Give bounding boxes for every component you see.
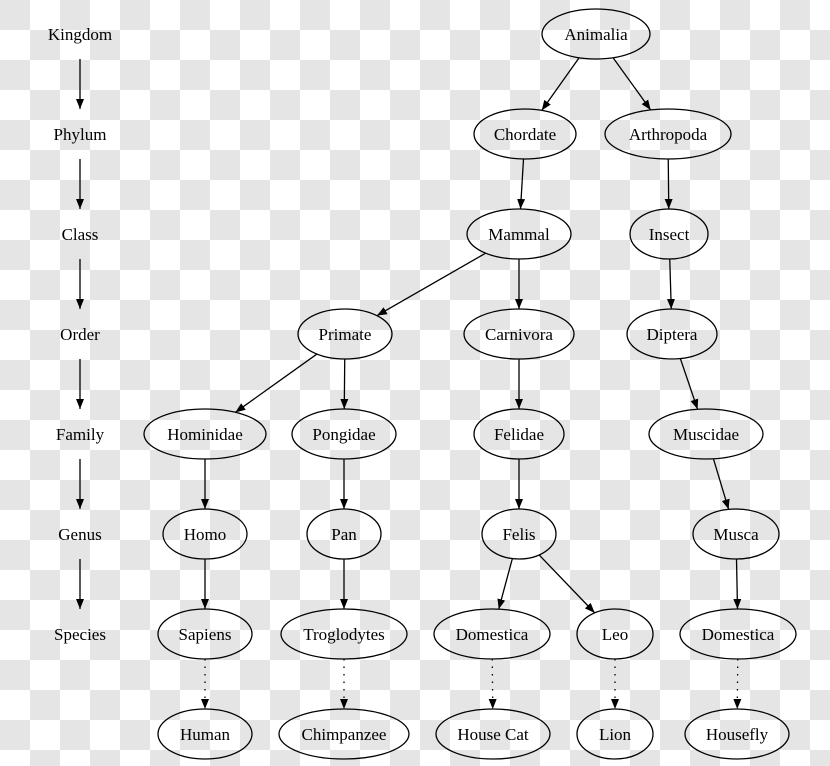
node-label: Hominidae: [167, 425, 243, 444]
edge-domestica_cat-housecat: [488, 658, 497, 710]
node-domestica_fly: Domestica: [679, 608, 797, 660]
node-label: Troglodytes: [303, 625, 385, 644]
node-label: Felidae: [494, 425, 544, 444]
taxonomy-diagram: Kingdom Phylum Class Order Family Genus Specie…: [48, 8, 797, 760]
node-carnivora: Carnivora: [463, 308, 575, 360]
edge-primate-hominidae: [234, 353, 318, 413]
node-label: Chimpanzee: [302, 725, 387, 744]
node-sapiens: Sapiens: [157, 608, 253, 660]
node-pongidae: Pongidae: [291, 408, 397, 460]
node-lion: Lion: [576, 708, 654, 760]
edge-musca-domestica_fly: [733, 558, 742, 610]
rank-label-class: Class: [62, 225, 99, 244]
node-hominidae: Hominidae: [143, 408, 267, 460]
node-label: Felis: [502, 525, 535, 544]
node-label: Pongidae: [312, 425, 375, 444]
node-housecat: House Cat: [435, 708, 551, 760]
node-primate: Primate: [297, 308, 393, 360]
edge-domestica_fly-housefly: [733, 658, 742, 710]
node-chimpanzee: Chimpanzee: [278, 708, 410, 760]
edge-insect-diptera: [666, 258, 675, 310]
node-domestica_cat: Domestica: [433, 608, 551, 660]
node-label: Lion: [599, 725, 632, 744]
node-label: Diptera: [647, 325, 698, 344]
edge-primate-pongidae: [340, 358, 349, 410]
node-troglodytes: Troglodytes: [280, 608, 408, 660]
node-label: Sapiens: [179, 625, 232, 644]
edge-felis-domestica_cat: [497, 558, 513, 610]
node-arthropoda: Arthropoda: [604, 108, 732, 160]
node-animalia: Animalia: [541, 8, 651, 60]
node-musca: Musca: [692, 508, 780, 560]
node-human: Human: [157, 708, 253, 760]
node-label: House Cat: [457, 725, 529, 744]
node-label: Mammal: [488, 225, 550, 244]
node-label: Domestica: [702, 625, 775, 644]
node-leo: Leo: [576, 608, 654, 660]
node-label: Pan: [331, 525, 357, 544]
node-mammal: Mammal: [466, 208, 572, 260]
node-label: Chordate: [494, 125, 556, 144]
edge-chordate-mammal: [517, 158, 526, 210]
node-chordate: Chordate: [473, 108, 577, 160]
edge-arthropoda-insect: [664, 158, 673, 210]
node-label: Muscidae: [673, 425, 739, 444]
edge-muscidae-musca: [712, 458, 730, 510]
node-label: Arthropoda: [629, 125, 708, 144]
node-label: Musca: [713, 525, 759, 544]
node-label: Carnivora: [485, 325, 553, 344]
node-pan: Pan: [306, 508, 382, 560]
node-housefly: Housefly: [684, 708, 790, 760]
node-felidae: Felidae: [473, 408, 565, 460]
node-diptera: Diptera: [626, 308, 718, 360]
edge-animalia-arthropoda: [612, 57, 652, 111]
rank-label-kingdom: Kingdom: [48, 25, 112, 44]
node-label: Housefly: [706, 725, 769, 744]
node-label: Leo: [602, 625, 628, 644]
node-label: Domestica: [456, 625, 529, 644]
node-label: Homo: [184, 525, 227, 544]
rank-label-family: Family: [56, 425, 105, 444]
node-homo: Homo: [162, 508, 248, 560]
node-label: Animalia: [564, 25, 628, 44]
rank-label-order: Order: [60, 325, 100, 344]
rank-label-species: Species: [54, 625, 106, 644]
node-muscidae: Muscidae: [648, 408, 764, 460]
node-label: Primate: [319, 325, 372, 344]
node-label: Insect: [649, 225, 690, 244]
node-label: Human: [180, 725, 231, 744]
edge-mammal-primate: [376, 252, 486, 317]
edge-felis-leo: [538, 554, 596, 614]
edge-diptera-muscidae: [679, 358, 699, 410]
rank-label-phylum: Phylum: [54, 125, 107, 144]
node-felis: Felis: [481, 508, 557, 560]
edge-animalia-chordate: [541, 57, 580, 111]
rank-label-genus: Genus: [58, 525, 101, 544]
node-insect: Insect: [629, 208, 709, 260]
